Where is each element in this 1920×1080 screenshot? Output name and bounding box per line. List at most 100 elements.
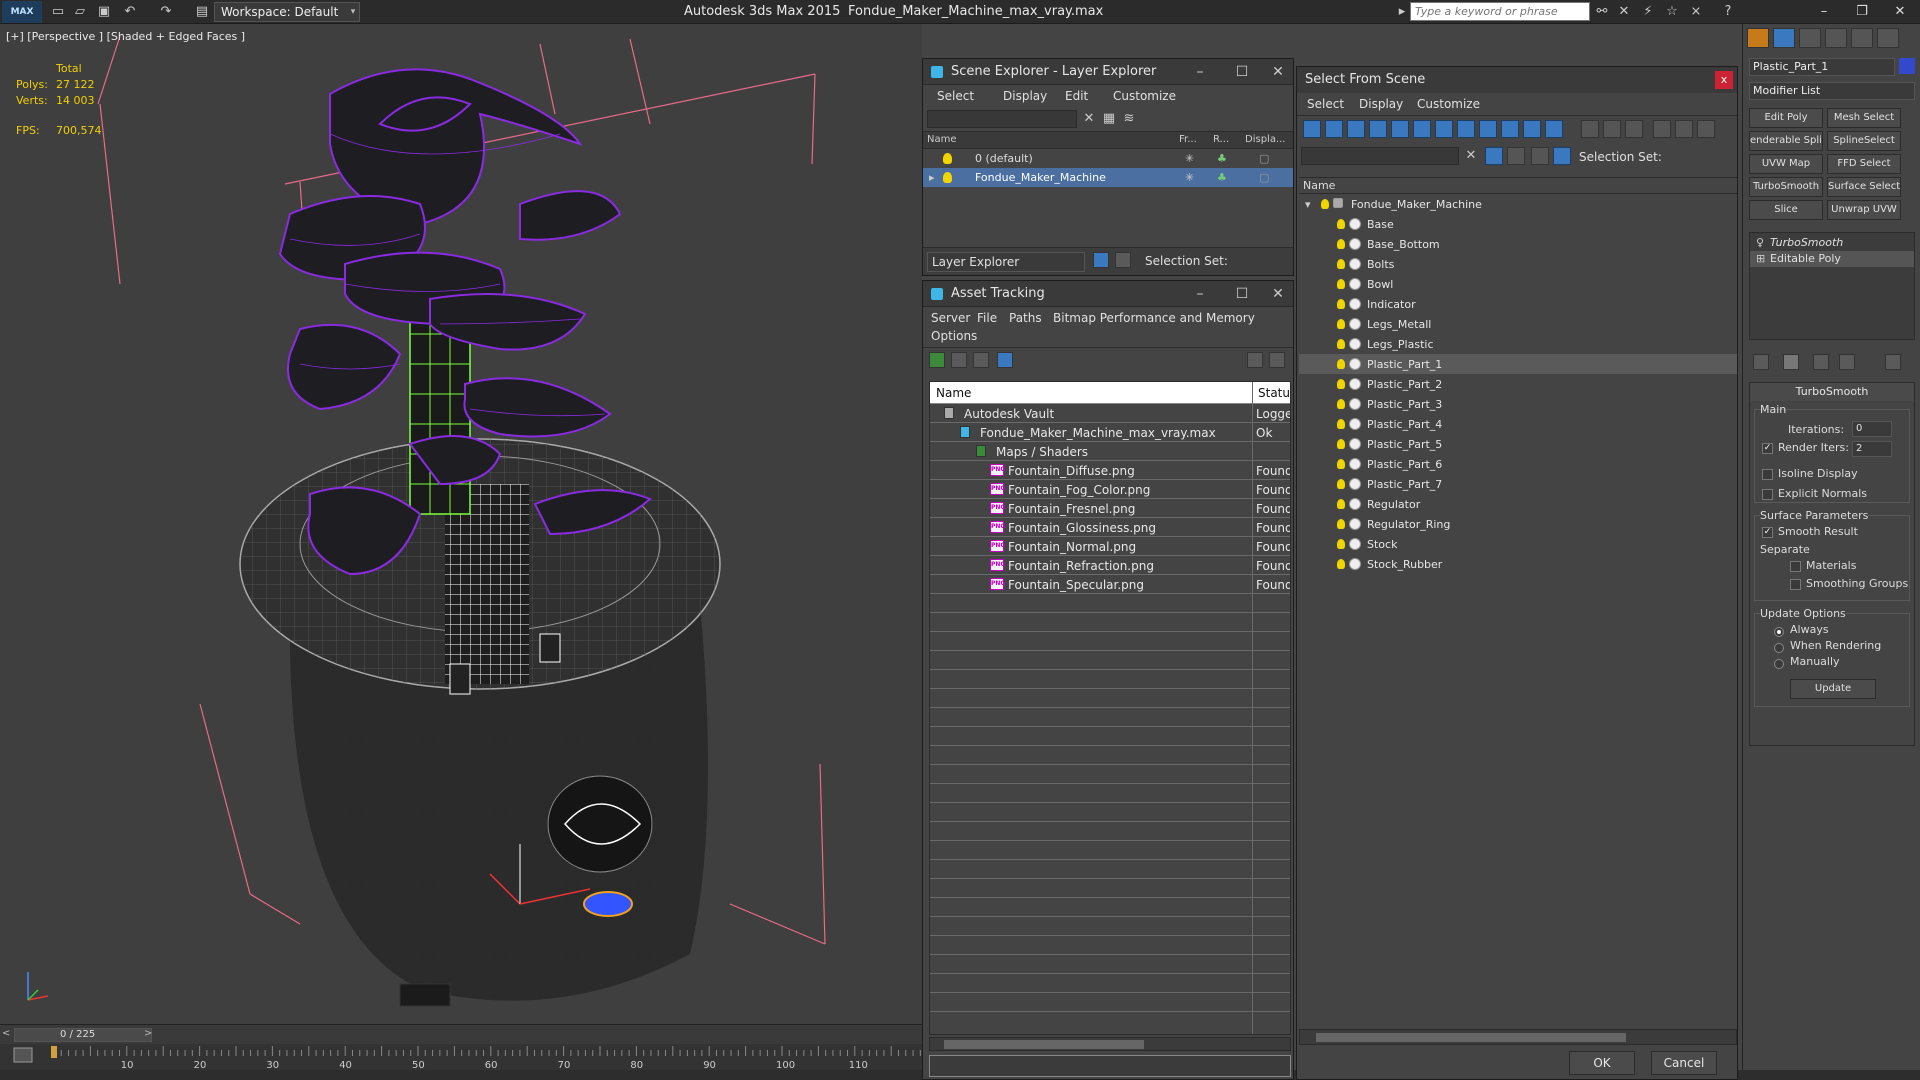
scene-object-list[interactable]: Name ▾ Fondue_Maker_Machine Base Base_Bot…	[1299, 177, 1737, 1027]
filter-cameras-icon[interactable]	[1369, 120, 1387, 138]
light-bulb-icon[interactable]	[1337, 339, 1345, 349]
modifier-button[interactable]: Unwrap UVW	[1827, 200, 1901, 220]
render-iters-checkbox[interactable]: ✓	[1762, 443, 1773, 454]
light-bulb-icon[interactable]	[943, 153, 952, 164]
light-bulb-icon[interactable]	[1337, 299, 1345, 309]
layer-icon[interactable]	[1507, 147, 1525, 165]
asset-tracking-titlebar[interactable]: Asset Tracking – ☐ ✕	[923, 281, 1293, 307]
object-row[interactable]: Legs_Plastic	[1299, 334, 1737, 354]
expand-arrow-icon[interactable]: ▸	[929, 171, 935, 184]
settings-icon[interactable]	[1269, 352, 1285, 368]
tools-icon[interactable]: ✕	[1616, 4, 1632, 20]
scrollbar-thumb[interactable]	[944, 1040, 1144, 1049]
horizontal-scrollbar[interactable]	[929, 1037, 1291, 1051]
light-bulb-icon[interactable]	[943, 172, 952, 183]
close-icon[interactable]: ✕	[1882, 0, 1918, 24]
make-unique-icon[interactable]	[1813, 354, 1829, 370]
column-name[interactable]: Name	[936, 386, 971, 400]
binoculars-icon[interactable]: ⚯	[1594, 4, 1610, 20]
scene-explorer-search-input[interactable]	[927, 110, 1077, 128]
asset-row[interactable]: PNG Fountain_Normal.png Found	[930, 537, 1290, 556]
maximize-icon[interactable]: ☐	[1227, 62, 1257, 82]
object-color-swatch[interactable]	[1899, 58, 1915, 74]
light-bulb-icon[interactable]	[1337, 279, 1345, 289]
asset-row[interactable]: Maps / Shaders	[930, 442, 1290, 461]
smoothing-groups-checkbox[interactable]	[1790, 579, 1801, 590]
light-bulb-icon[interactable]	[1337, 439, 1345, 449]
viewport-label[interactable]: [+] [Perspective ] [Shaded + Edged Faces…	[6, 30, 245, 43]
filter-shapes-icon[interactable]	[1325, 120, 1343, 138]
regulator[interactable]	[583, 891, 633, 917]
light-bulb-icon[interactable]	[1337, 319, 1345, 329]
app-logo[interactable]: MAX	[2, 1, 42, 23]
clear-search-icon[interactable]: ✕	[1463, 148, 1479, 164]
column-name[interactable]: Name	[1303, 179, 1335, 192]
menu-customize[interactable]: Customize	[1417, 97, 1480, 111]
select-none-icon[interactable]	[1603, 120, 1621, 138]
hierarchy-icon[interactable]	[1115, 252, 1131, 268]
explorer-mode-dropdown[interactable]: Layer Explorer	[927, 252, 1085, 272]
modifier-list-dropdown[interactable]: Modifier List	[1749, 82, 1915, 100]
search-arrow-icon[interactable]: ▸	[1394, 4, 1410, 20]
favorites-star-icon[interactable]: ☆	[1664, 4, 1680, 20]
tab-display[interactable]	[1851, 28, 1873, 48]
render-iters-spinner[interactable]: 2	[1852, 441, 1892, 457]
filter-frozen-icon[interactable]	[1523, 120, 1541, 138]
always-radio[interactable]	[1774, 627, 1784, 637]
asset-table[interactable]: Name Status Autodesk Vault Logged Fondue_M…	[929, 381, 1291, 1035]
layers-stack-icon[interactable]	[1531, 147, 1549, 165]
workspace-dropdown[interactable]: Workspace: Default	[214, 2, 360, 22]
object-row-root[interactable]: ▾ Fondue_Maker_Machine	[1299, 194, 1737, 214]
menu-display[interactable]: Display	[1359, 97, 1403, 111]
scene-explorer-titlebar[interactable]: Scene Explorer - Layer Explorer – ☐ ✕	[923, 59, 1293, 85]
asset-row[interactable]: Fondue_Maker_Machine_max_vray.max Ok	[930, 423, 1290, 442]
find-input[interactable]	[1301, 147, 1459, 165]
bolt[interactable]	[449, 663, 471, 695]
teapot-icon[interactable]: ♣	[1217, 152, 1227, 165]
menu-bitmap-performance[interactable]: Bitmap Performance and Memory	[1053, 311, 1255, 325]
column-name[interactable]: Name	[927, 134, 957, 145]
tab-utilities[interactable]	[1877, 28, 1899, 48]
tab-hierarchy[interactable]	[1799, 28, 1821, 48]
refresh-icon[interactable]	[929, 352, 945, 368]
light-bulb-icon[interactable]	[1337, 499, 1345, 509]
menu-file[interactable]: File	[977, 311, 997, 325]
filter-geometry-icon[interactable]	[1303, 120, 1321, 138]
asset-row[interactable]: PNG Fountain_Fog_Color.png Found	[930, 480, 1290, 499]
modifier-stack[interactable]: ♀ TurboSmooth ⊞ Editable Poly	[1749, 232, 1915, 340]
close-icon[interactable]: ✕	[1263, 284, 1293, 304]
cancel-button[interactable]: Cancel	[1651, 1051, 1717, 1075]
light-bulb-icon[interactable]	[1337, 479, 1345, 489]
menu-paths[interactable]: Paths	[1009, 311, 1042, 325]
hierarchy-toggle-icon[interactable]	[1553, 147, 1571, 165]
light-bulb-icon[interactable]	[1337, 219, 1345, 229]
pin-stack-icon[interactable]	[1753, 354, 1769, 370]
track-bar[interactable]: 10203040506070809010011012	[0, 1044, 922, 1070]
freeze-icon[interactable]: ✳	[1185, 152, 1194, 165]
menu-display[interactable]: Display	[1003, 89, 1047, 103]
maximize-icon[interactable]: ☐	[1227, 284, 1257, 304]
menu-edit[interactable]: Edit	[1065, 89, 1088, 103]
light-bulb-icon[interactable]	[1337, 459, 1345, 469]
time-slider[interactable]: < 0 / 225 >	[0, 1024, 922, 1044]
display-icon[interactable]: ▢	[1259, 171, 1269, 184]
tab-create[interactable]	[1747, 28, 1769, 48]
open-file-icon[interactable]: ▱	[72, 4, 88, 20]
filter-icon[interactable]: ▦	[1101, 111, 1117, 127]
asset-row[interactable]: PNG Fountain_Fresnel.png Found	[930, 499, 1290, 518]
menu-select[interactable]: Select	[937, 89, 974, 103]
modifier-button[interactable]: Surface Select	[1827, 177, 1901, 197]
object-row[interactable]: Indicator	[1299, 294, 1737, 314]
time-next-button[interactable]: >	[144, 1028, 152, 1039]
select-from-scene-window[interactable]: Select From Scene x Select Display Custo…	[1296, 66, 1738, 1080]
filter-bones-icon[interactable]	[1479, 120, 1497, 138]
search-filter-icon[interactable]	[1485, 147, 1503, 165]
list-icon[interactable]	[951, 352, 967, 368]
search-input[interactable]	[1410, 2, 1590, 21]
minimize-icon[interactable]: –	[1185, 62, 1215, 82]
modifier-button[interactable]: TurboSmooth	[1749, 177, 1823, 197]
column-status[interactable]: Status	[1258, 386, 1290, 400]
filter-funnel-icon[interactable]	[1653, 120, 1671, 138]
light-bulb-icon[interactable]	[1337, 259, 1345, 269]
update-button[interactable]: Update	[1790, 679, 1876, 699]
